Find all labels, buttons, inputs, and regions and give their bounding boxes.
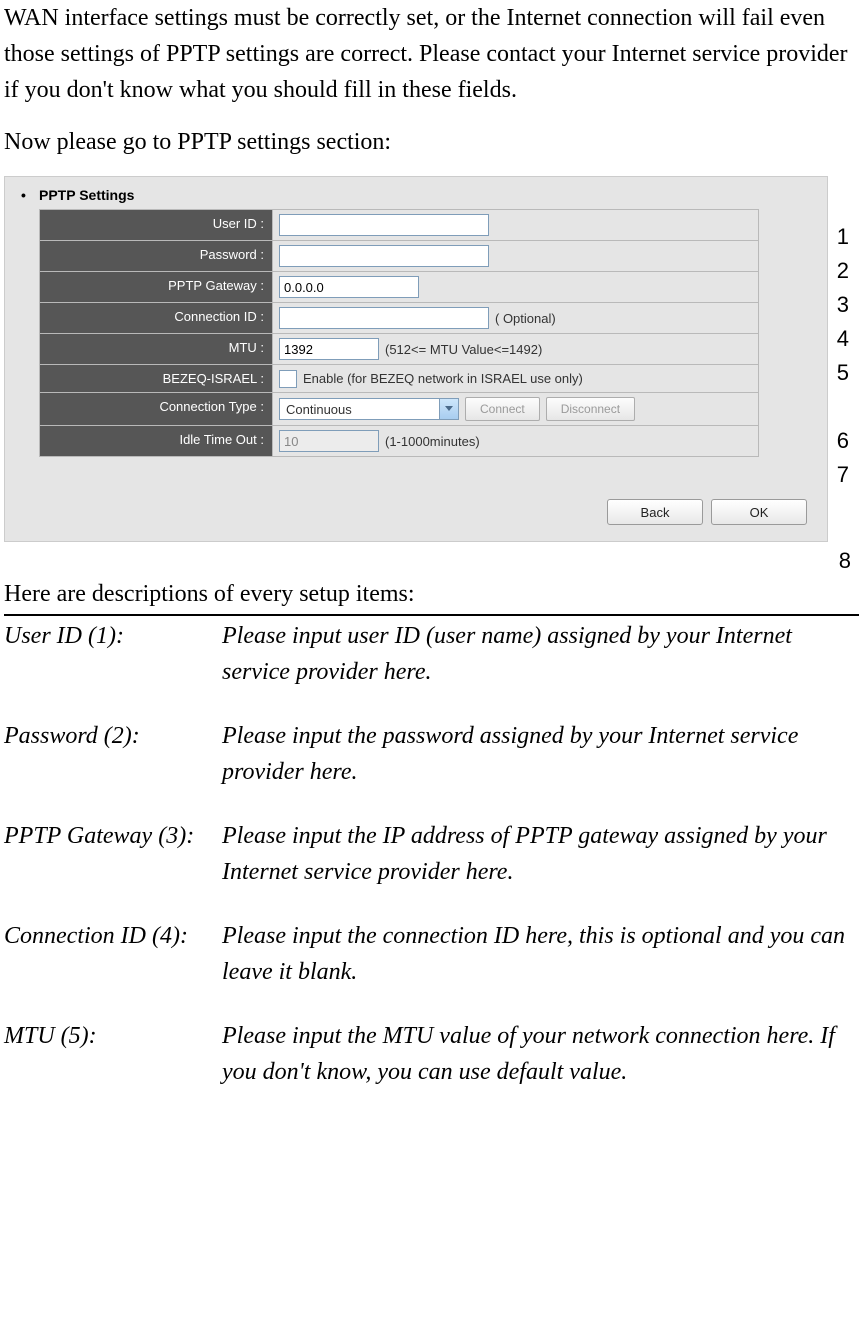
label-user-id: User ID :: [39, 209, 273, 241]
desc-term: MTU (5):: [4, 1018, 222, 1054]
input-password[interactable]: [279, 245, 489, 267]
checkbox-bezeq[interactable]: [279, 370, 297, 388]
ok-button[interactable]: OK: [711, 499, 807, 525]
row-idle-timeout: Idle Time Out : (1-1000minutes): [39, 426, 759, 457]
input-mtu[interactable]: [279, 338, 379, 360]
callout-6: 6: [837, 424, 859, 458]
row-pptp-gateway: PPTP Gateway :: [39, 272, 759, 303]
callout-4: 4: [837, 322, 859, 356]
desc-body: Please input the connection ID here, thi…: [222, 918, 859, 990]
callout-8: 8: [839, 548, 851, 574]
callout-1: 1: [837, 220, 859, 254]
hint-mtu: (512<= MTU Value<=1492): [385, 342, 542, 357]
desc-body: Please input the IP address of PPTP gate…: [222, 818, 859, 890]
connect-button[interactable]: Connect: [465, 397, 540, 421]
desc-term: Connection ID (4):: [4, 918, 222, 954]
intro-paragraph-2: Now please go to PPTP settings section:: [4, 124, 859, 160]
select-connection-type[interactable]: Continuous: [279, 398, 459, 420]
row-connection-type: Connection Type : Continuous Connect Dis…: [39, 393, 759, 426]
callout-7: 7: [837, 458, 859, 492]
hint-bezeq: Enable (for BEZEQ network in ISRAEL use …: [303, 371, 583, 386]
hint-connection-id: ( Optional): [495, 311, 556, 326]
desc-row-mtu: MTU (5): Please input the MTU value of y…: [4, 1018, 859, 1090]
row-user-id: User ID :: [39, 209, 759, 241]
descriptions-intro: Here are descriptions of every setup ite…: [4, 576, 859, 614]
input-pptp-gateway[interactable]: [279, 276, 419, 298]
desc-row-pptp-gateway: PPTP Gateway (3): Please input the IP ad…: [4, 818, 859, 890]
divider: [4, 614, 859, 616]
desc-term: User ID (1):: [4, 618, 222, 654]
row-connection-id: Connection ID : ( Optional): [39, 303, 759, 334]
row-mtu: MTU : (512<= MTU Value<=1492): [39, 334, 759, 365]
back-button[interactable]: Back: [607, 499, 703, 525]
desc-body: Please input user ID (user name) assigne…: [222, 618, 859, 690]
label-pptp-gateway: PPTP Gateway :: [39, 272, 273, 303]
desc-row-password: Password (2): Please input the password …: [4, 718, 859, 790]
label-bezeq: BEZEQ-ISRAEL :: [39, 365, 273, 393]
callout-5: 5: [837, 356, 859, 390]
label-idle-timeout: Idle Time Out :: [39, 426, 273, 457]
label-password: Password :: [39, 241, 273, 272]
input-user-id[interactable]: [279, 214, 489, 236]
intro-paragraph-1: WAN interface settings must be correctly…: [4, 0, 859, 108]
chevron-down-icon: [445, 406, 453, 411]
desc-body: Please input the password assigned by yo…: [222, 718, 859, 790]
hint-idle-timeout: (1-1000minutes): [385, 434, 480, 449]
desc-body: Please input the MTU value of your netwo…: [222, 1018, 859, 1090]
input-connection-id[interactable]: [279, 307, 489, 329]
pptp-settings-screenshot: PPTP Settings User ID : Password : PPTP …: [4, 176, 859, 542]
select-value: Continuous: [286, 402, 352, 417]
disconnect-button[interactable]: Disconnect: [546, 397, 635, 421]
row-bezeq: BEZEQ-ISRAEL : Enable (for BEZEQ network…: [39, 365, 759, 393]
label-connection-id: Connection ID :: [39, 303, 273, 334]
desc-row-connection-id: Connection ID (4): Please input the conn…: [4, 918, 859, 990]
label-connection-type: Connection Type :: [39, 393, 273, 426]
desc-term: PPTP Gateway (3):: [4, 818, 222, 854]
panel-title: PPTP Settings: [5, 187, 827, 209]
callout-3: 3: [837, 288, 859, 322]
callout-2: 2: [837, 254, 859, 288]
row-password: Password :: [39, 241, 759, 272]
callouts-column: 1 2 3 4 5 6 7: [837, 220, 859, 492]
label-mtu: MTU :: [39, 334, 273, 365]
desc-term: Password (2):: [4, 718, 222, 754]
desc-row-user-id: User ID (1): Please input user ID (user …: [4, 618, 859, 690]
input-idle-timeout[interactable]: [279, 430, 379, 452]
